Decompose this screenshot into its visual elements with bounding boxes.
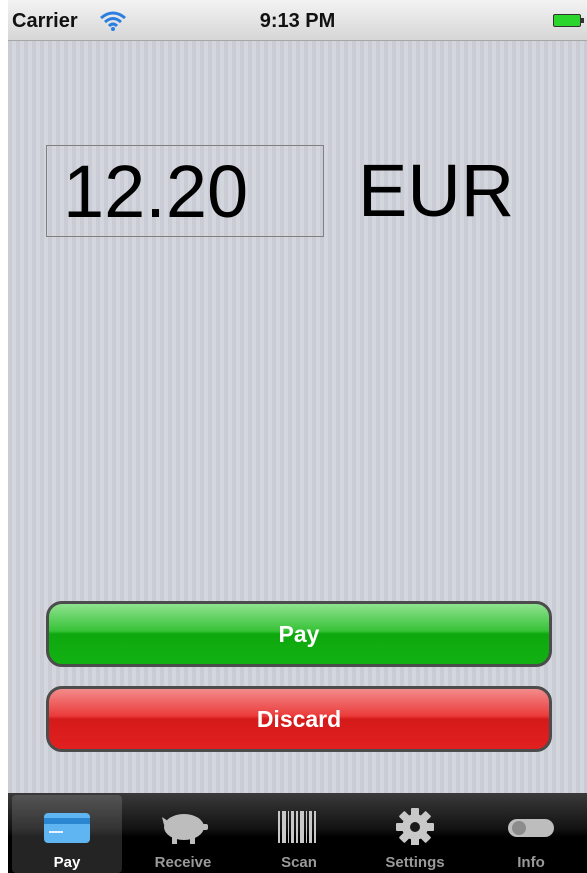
card-icon (12, 805, 122, 845)
gear-icon (360, 805, 470, 846)
amount-field[interactable]: 12.20 (46, 145, 324, 237)
piggy-bank-icon (128, 805, 238, 845)
tab-bar: Pay Receive Scan Settings Info (8, 793, 587, 873)
tab-settings-label: Settings (385, 854, 445, 871)
barcode-icon (244, 805, 354, 845)
tab-receive-label: Receive (154, 854, 212, 871)
tab-pay[interactable]: Pay (12, 795, 122, 873)
tab-scan-label: Scan (281, 854, 317, 871)
currency-label: EUR (358, 149, 515, 232)
tab-settings[interactable]: Settings (360, 795, 470, 873)
clock: 9:13 PM (259, 10, 336, 32)
app-window: Carrier 9:13 PM 12.20 EUR Pay Discard Pa… (0, 0, 587, 873)
battery-icon (553, 14, 584, 27)
pay-button[interactable]: Pay (46, 601, 552, 667)
status-bar: Carrier 9:13 PM (8, 0, 587, 41)
tab-scan[interactable]: Scan (244, 795, 354, 873)
tab-info[interactable]: Info (476, 795, 586, 873)
tab-pay-label: Pay (53, 854, 81, 871)
discard-button[interactable]: Discard (46, 686, 552, 752)
tab-receive[interactable]: Receive (128, 795, 238, 873)
tab-info-label: Info (517, 854, 545, 871)
toggle-icon (476, 805, 586, 845)
payment-view: 12.20 EUR Pay Discard (8, 41, 587, 793)
